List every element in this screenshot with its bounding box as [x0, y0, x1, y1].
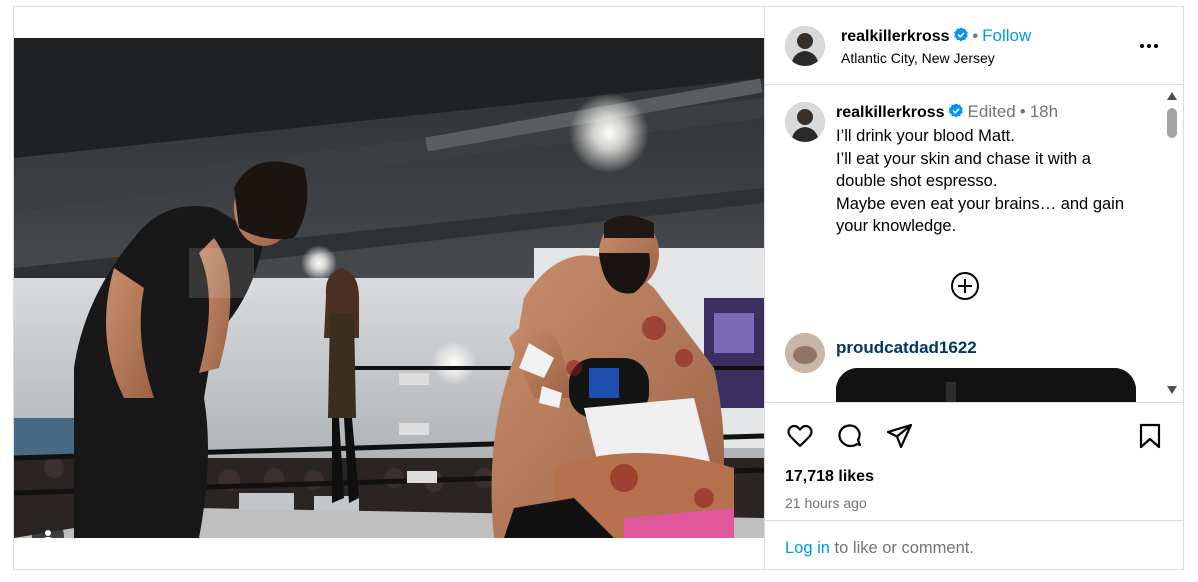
- like-button[interactable]: [785, 421, 815, 451]
- person-icon: [43, 530, 53, 538]
- caption-username[interactable]: realkillerkross: [836, 104, 945, 121]
- location-link[interactable]: Atlantic City, New Jersey: [841, 50, 995, 66]
- comment-username[interactable]: proudcatdad1622: [836, 338, 977, 358]
- username-link[interactable]: realkillerkross: [841, 28, 950, 45]
- post-card: realkillerkross • Follow Atlantic City, Ne…: [13, 6, 1184, 570]
- post-time[interactable]: 21 hours ago: [785, 495, 867, 511]
- avatar-image: [785, 333, 825, 373]
- save-button[interactable]: [1135, 421, 1165, 451]
- comments-section: realkillerkross Edited • 18h I’ll drink you…: [765, 86, 1184, 402]
- separator-dot: •: [972, 28, 979, 45]
- share-button[interactable]: [885, 421, 915, 451]
- caption-line: I’ll eat your skin and chase it with a: [836, 149, 1091, 168]
- post-header: realkillerkross • Follow Atlantic City, Ne…: [765, 7, 1184, 85]
- verified-badge-icon: [953, 27, 969, 43]
- more-options-button[interactable]: [1138, 35, 1160, 57]
- caption-time[interactable]: 18h: [1030, 102, 1058, 121]
- caption-avatar[interactable]: [785, 102, 825, 142]
- scroll-up-icon[interactable]: [1167, 92, 1177, 100]
- plus-circle-icon: [951, 272, 979, 300]
- more-options-icon: [1140, 44, 1158, 48]
- post-author: realkillerkross • Follow: [841, 26, 1031, 46]
- load-more-comments-button[interactable]: [949, 270, 981, 302]
- edited-label: Edited: [967, 102, 1016, 121]
- caption-header: realkillerkross Edited • 18h: [836, 102, 1058, 122]
- comment-button[interactable]: [835, 421, 865, 451]
- follow-button[interactable]: Follow: [982, 26, 1031, 45]
- caption-line: your knowledge.: [836, 217, 957, 235]
- scrollbar-thumb[interactable]: [1167, 108, 1177, 138]
- caption-text: I’ll drink your blood Matt. I’ll eat you…: [836, 125, 1156, 238]
- post-photo[interactable]: [14, 38, 764, 538]
- bookmark-icon: [1139, 423, 1161, 449]
- caption-line: double shot espresso.: [836, 172, 998, 190]
- post-actions: 17,718 likes 21 hours ago Log in to like…: [765, 402, 1184, 569]
- avatar-image: [785, 102, 825, 142]
- comments-scrollbar[interactable]: [1166, 92, 1178, 394]
- avatar-image: [785, 26, 825, 66]
- share-icon: [886, 423, 913, 449]
- comment-media[interactable]: [836, 368, 1136, 402]
- scroll-down-icon[interactable]: [1167, 386, 1177, 394]
- login-link[interactable]: Log in: [785, 539, 830, 557]
- post-sidebar: realkillerkross • Follow Atlantic City, Ne…: [764, 7, 1184, 569]
- caption-line: Maybe even eat your brains… and gain: [836, 194, 1125, 213]
- post-media: [14, 7, 764, 569]
- likes-count[interactable]: 17,718 likes: [785, 468, 874, 486]
- caption-line: I’ll drink your blood Matt.: [836, 127, 1015, 145]
- separator-dot: •: [1019, 102, 1026, 121]
- heart-icon: [787, 424, 813, 448]
- comment-icon: [838, 424, 862, 448]
- verified-badge-icon: [948, 103, 964, 119]
- login-prompt: Log in to like or comment.: [765, 520, 1184, 568]
- wrestling-photo: [14, 38, 764, 538]
- comment-image: [836, 368, 1136, 402]
- comment-avatar[interactable]: [785, 333, 825, 373]
- avatar[interactable]: [785, 26, 825, 66]
- login-prompt-text: to like or comment.: [829, 539, 974, 557]
